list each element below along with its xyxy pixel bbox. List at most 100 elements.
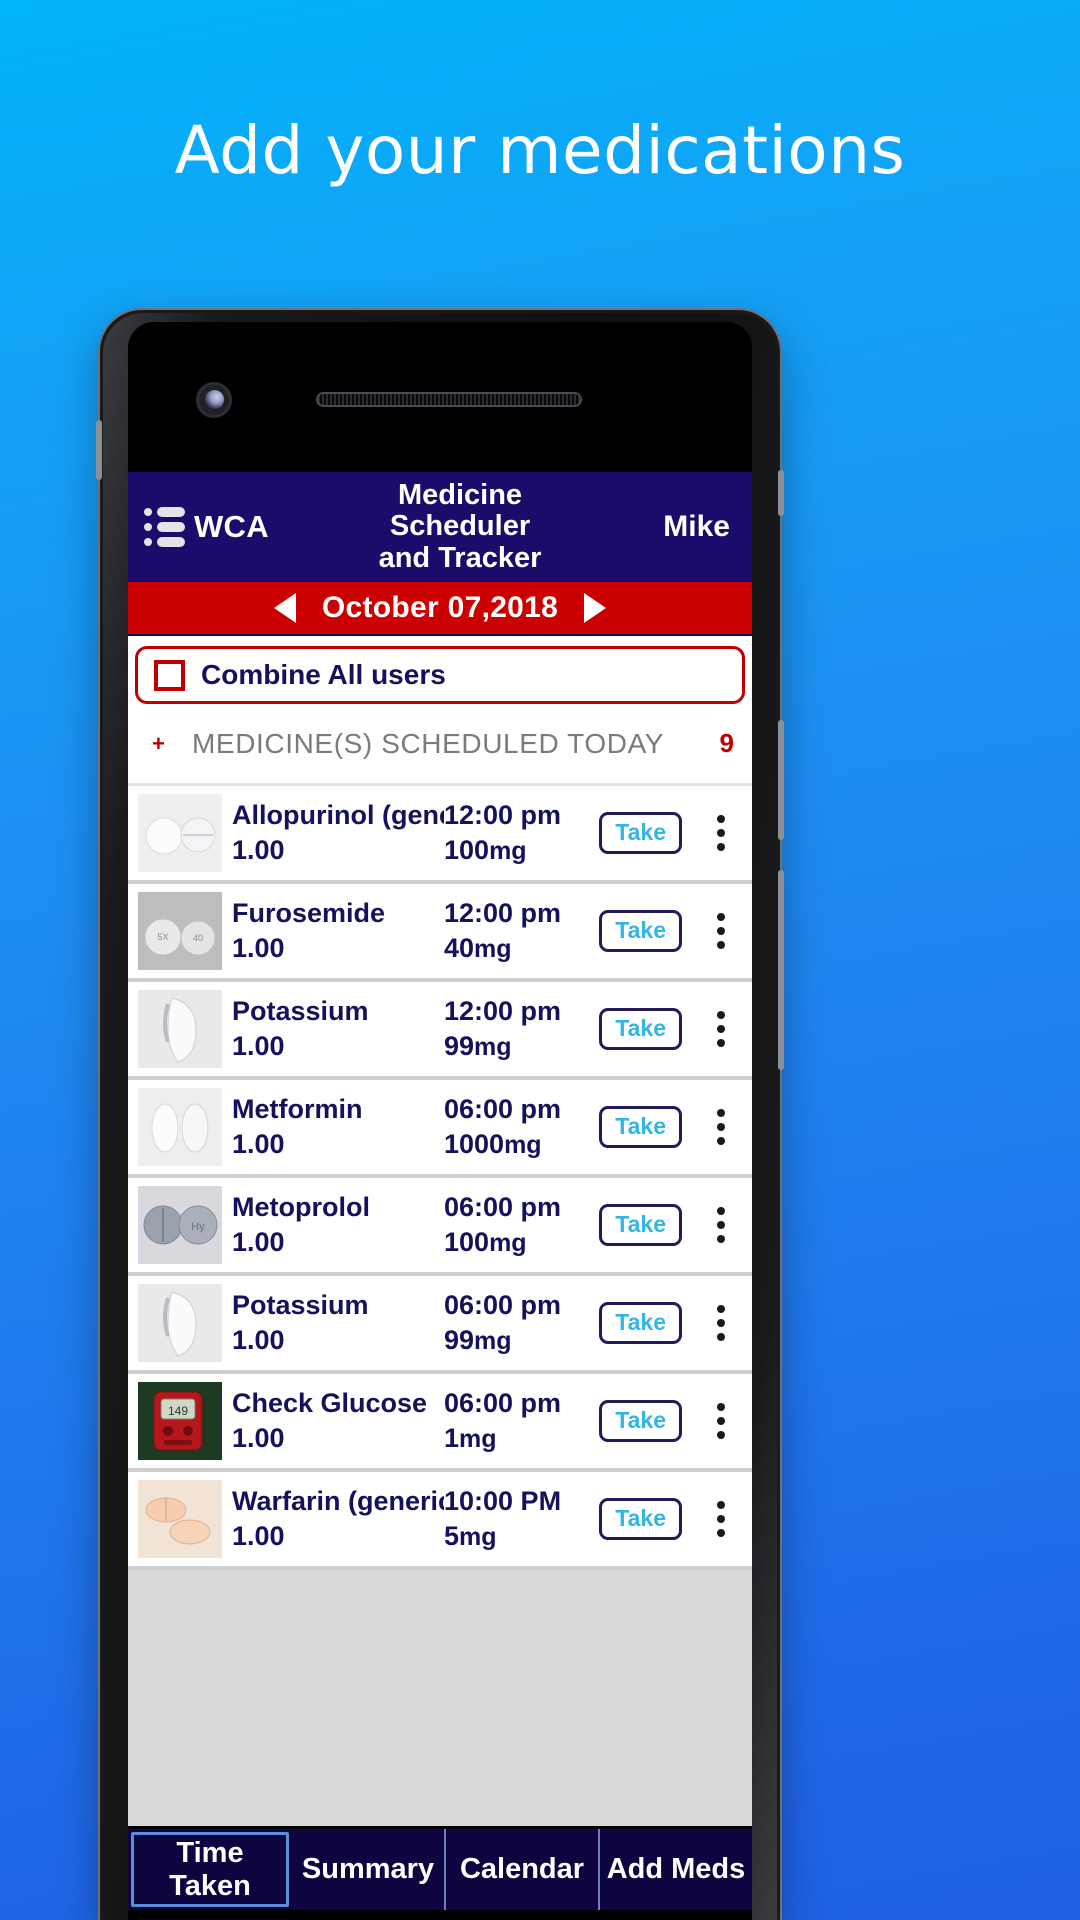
tab-label-line: Calendar — [459, 1853, 585, 1886]
svg-text:5X: 5X — [157, 932, 168, 942]
medicine-info: Warfarin (generic... 1.00 10:00 PM 5mg — [222, 1484, 599, 1554]
take-medicine-button[interactable]: Take — [599, 1008, 682, 1050]
medicine-dose: 1000 — [444, 1129, 505, 1159]
app-body: Combine All users + MEDICINE(S) SCHEDULE… — [128, 636, 752, 1826]
medicine-time: 06:00 pm — [444, 1093, 562, 1124]
list-menu-icon[interactable] — [144, 507, 185, 547]
medicine-row[interactable]: Potassium 1.00 12:00 pm 99mg Take — [128, 982, 752, 1080]
phone-button-left — [96, 420, 102, 480]
svg-text:Hy: Hy — [191, 1221, 205, 1233]
promo-headline: Add your medications — [174, 112, 906, 189]
medicine-overflow-menu-icon[interactable] — [700, 1501, 742, 1537]
medicine-overflow-menu-icon[interactable] — [700, 913, 742, 949]
medicine-name-column: Metoprolol 1.00 — [232, 1190, 444, 1260]
medicine-row[interactable]: Potassium 1.00 06:00 pm 99mg Take — [128, 1276, 752, 1374]
medicine-time: 12:00 pm — [444, 897, 562, 928]
medicine-overflow-menu-icon[interactable] — [700, 1305, 742, 1341]
medicine-schedule-column: 06:00 pm 100mg — [444, 1190, 592, 1260]
medicine-dose: 5 — [444, 1521, 460, 1551]
medicine-info: Furosemide 1.00 12:00 pm 40mg — [222, 896, 599, 966]
medicine-name: Allopurinol (gener... — [232, 799, 444, 830]
add-medicine-plus-icon[interactable]: + — [152, 731, 174, 757]
take-medicine-button[interactable]: Take — [599, 1106, 682, 1148]
app-title-line-2: Scheduler — [389, 510, 531, 543]
medicine-schedule-column: 10:00 PM 5mg — [444, 1484, 592, 1554]
svg-text:40: 40 — [193, 933, 203, 943]
medicine-thumbnail — [138, 990, 222, 1068]
take-medicine-button[interactable]: Take — [599, 1498, 682, 1540]
medicine-overflow-menu-icon[interactable] — [700, 1207, 742, 1243]
phone-button-power — [778, 470, 784, 516]
medicine-thumbnail — [138, 1480, 222, 1558]
medicine-schedule-column: 12:00 pm 100mg — [444, 798, 592, 868]
medicine-time: 06:00 pm — [444, 1387, 562, 1418]
medicine-name: Metformin — [232, 1093, 363, 1124]
medicine-name: Potassium — [232, 995, 369, 1026]
medicine-row[interactable]: Hy Metoprolol 1.00 06:00 pm 100mg Take — [128, 1178, 752, 1276]
date-navigation-bar: October 07,2018 — [128, 582, 752, 636]
next-day-arrow-icon[interactable] — [584, 593, 607, 623]
phone-screen: WCA Medicine Scheduler and Tracker Mike … — [128, 322, 752, 1920]
medicine-name-column: Allopurinol (gener... 1.00 — [232, 798, 444, 868]
medicine-time: 06:00 pm — [444, 1191, 562, 1222]
medicine-name: Warfarin (generic... — [232, 1485, 444, 1516]
medicine-time: 10:00 PM — [444, 1485, 562, 1516]
take-medicine-button[interactable]: Take — [599, 812, 682, 854]
medicine-row[interactable]: 149 Check Glucose 1.00 06:00 pm 1mg Take — [128, 1374, 752, 1472]
medicine-row[interactable]: Allopurinol (gener... 1.00 12:00 pm 100mg Ta… — [128, 786, 752, 884]
medicine-info: Metformin 1.00 06:00 pm 1000mg — [222, 1092, 599, 1162]
medicine-name-column: Potassium 1.00 — [232, 1288, 444, 1358]
medicine-dose-unit: mg — [489, 1229, 527, 1257]
medicine-info: Check Glucose 1.00 06:00 pm 1mg — [222, 1386, 599, 1456]
scheduled-today-header: + MEDICINE(S) SCHEDULED TODAY 9 — [128, 704, 752, 786]
current-date-label: October 07,2018 — [321, 591, 559, 624]
tab-label-line: Add Meds — [606, 1853, 746, 1886]
medicine-schedule-column: 12:00 pm 40mg — [444, 896, 592, 966]
medicine-dose-unit: mg — [459, 1425, 497, 1453]
tab-time-taken[interactable]: Time Taken — [131, 1832, 289, 1907]
medicine-overflow-menu-icon[interactable] — [700, 815, 742, 851]
tab-label-line: Taken — [169, 1869, 251, 1902]
take-medicine-button[interactable]: Take — [599, 1204, 682, 1246]
medicine-dose: 100 — [444, 1227, 490, 1257]
medicine-overflow-menu-icon[interactable] — [700, 1011, 742, 1047]
medicine-name-column: Metformin 1.00 — [232, 1092, 444, 1162]
medicine-name-column: Furosemide 1.00 — [232, 896, 444, 966]
medicine-info: Potassium 1.00 12:00 pm 99mg — [222, 994, 599, 1064]
medicine-dose-unit: mg — [474, 1327, 512, 1355]
medicine-overflow-menu-icon[interactable] — [700, 1109, 742, 1145]
combine-all-users-row[interactable]: Combine All users — [135, 646, 745, 704]
medicine-quantity: 1.00 — [232, 1031, 285, 1061]
medicine-thumbnail: Hy — [138, 1186, 222, 1264]
medicine-name-column: Potassium 1.00 — [232, 994, 444, 1064]
medicine-time: 06:00 pm — [444, 1289, 562, 1320]
phone-mockup: WCA Medicine Scheduler and Tracker Mike … — [96, 310, 784, 1920]
brand-logo[interactable]: WCA — [144, 507, 334, 547]
medicine-overflow-menu-icon[interactable] — [700, 1403, 742, 1439]
take-medicine-button[interactable]: Take — [599, 1302, 682, 1344]
medicine-row[interactable]: 5X 40 Furosemide 1.00 12:00 pm 40mg Take — [128, 884, 752, 982]
medicine-row[interactable]: Metformin 1.00 06:00 pm 1000mg Take — [128, 1080, 752, 1178]
user-name[interactable]: Mike — [586, 510, 736, 544]
medicine-info: Allopurinol (gener... 1.00 12:00 pm 100mg — [222, 798, 599, 868]
take-medicine-button[interactable]: Take — [599, 910, 682, 952]
combine-all-users-checkbox[interactable] — [154, 659, 185, 691]
earpiece-speaker — [316, 392, 582, 407]
take-medicine-button[interactable]: Take — [599, 1400, 682, 1442]
brand-name: WCA — [194, 509, 269, 544]
medicine-dose: 99 — [444, 1031, 475, 1061]
tab-calendar[interactable]: Calendar — [446, 1829, 600, 1910]
tab-add-meds[interactable]: Add Meds — [600, 1829, 752, 1910]
medicine-list[interactable]: Allopurinol (gener...1.0012:00 pm100mgTa… — [128, 786, 752, 1826]
medicine-row[interactable]: Warfarin (generic... 1.00 10:00 PM 5mg Take — [128, 1472, 752, 1570]
phone-button-volume-down — [778, 870, 784, 1070]
front-camera-icon — [196, 382, 232, 418]
status-bar — [128, 322, 752, 472]
medicine-quantity: 1.00 — [232, 1129, 285, 1159]
medicine-quantity: 1.00 — [232, 1325, 285, 1355]
previous-day-arrow-icon[interactable] — [273, 593, 296, 623]
phone-button-volume-up — [778, 720, 784, 840]
tab-summary[interactable]: Summary — [292, 1829, 446, 1910]
medicine-dose-unit: mg — [504, 1131, 542, 1159]
medicine-quantity: 1.00 — [232, 1423, 285, 1453]
